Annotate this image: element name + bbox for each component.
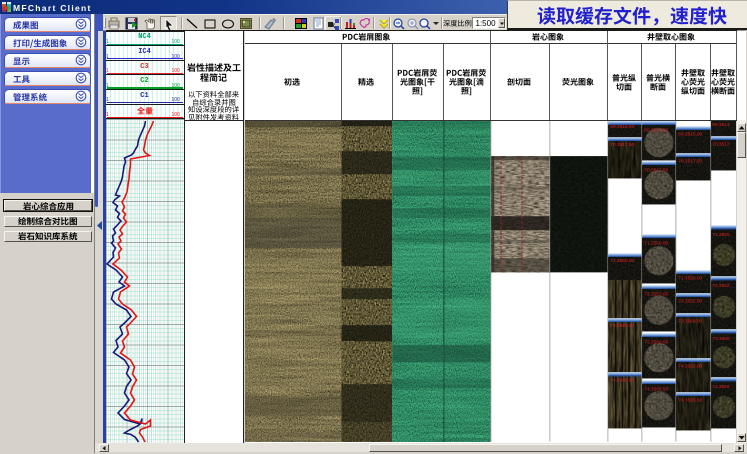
- svg-text:69.3513: 69.3513: [712, 122, 730, 128]
- svg-text:70.3517.50: 70.3517.50: [678, 158, 702, 164]
- svg-text:70.3517.50: 70.3517.50: [610, 142, 634, 148]
- svg-text:74.3565.50: 74.3565.50: [678, 397, 702, 403]
- svg-text:71.3550.00: 71.3550.00: [678, 275, 702, 281]
- svg-text:74.3562.00: 74.3562.00: [610, 377, 634, 383]
- svg-text:71.3550.00: 71.3550.00: [644, 240, 668, 246]
- svg-text:74.3562.00: 74.3562.00: [678, 363, 702, 369]
- svg-text:73.3560.00: 73.3560.00: [644, 339, 668, 345]
- svg-text:73.3560.00: 73.3560.00: [610, 323, 634, 329]
- svg-text:69.3515.00: 69.3515.00: [678, 131, 702, 137]
- svg-text:70.3517: 70.3517: [712, 141, 730, 147]
- svg-text:70.3517.50: 70.3517.50: [644, 167, 668, 173]
- svg-text:73.3560: 73.3560: [712, 336, 730, 342]
- svg-text:72.3552.00: 72.3552.00: [678, 298, 702, 304]
- svg-text:74.3565.50: 74.3565.50: [644, 386, 668, 392]
- svg-text:69.3515.00: 69.3515.00: [610, 124, 634, 130]
- svg-text:73.3560.00: 73.3560.00: [678, 318, 702, 324]
- svg-text:72.3552: 72.3552: [712, 283, 730, 289]
- svg-text:71.3550.00: 71.3550.00: [610, 258, 634, 264]
- svg-text:69.3513.00: 69.3513.00: [644, 127, 668, 133]
- svg-text:71.3550: 71.3550: [712, 232, 730, 238]
- svg-text:74.3565: 74.3565: [712, 384, 730, 390]
- svg-text:72.3552.00: 72.3552.00: [644, 291, 668, 297]
